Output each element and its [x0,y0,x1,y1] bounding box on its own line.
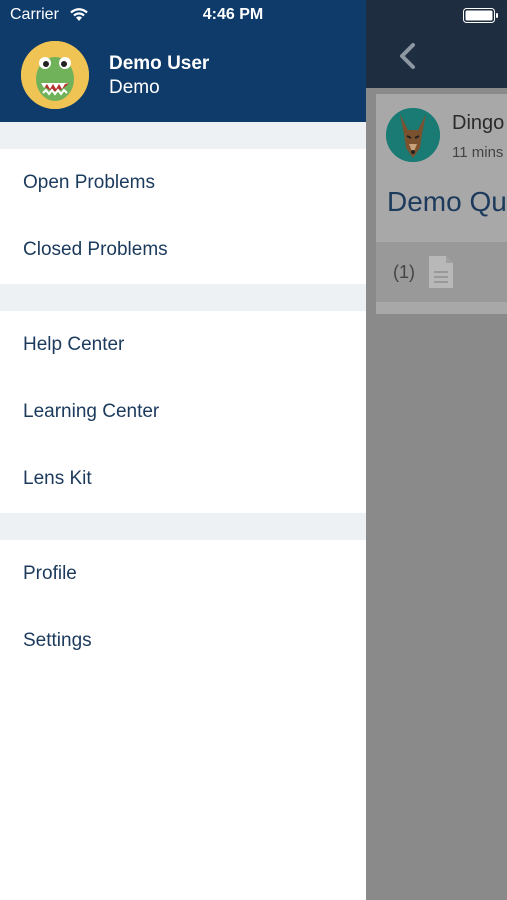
crocodile-icon [21,41,89,109]
menu-item-help-center[interactable]: Help Center [0,311,366,378]
dingo-icon [386,108,440,162]
menu-item-settings[interactable]: Settings [0,607,366,674]
back-chevron-icon[interactable] [398,42,416,70]
card-title: Demo Qu [387,186,507,217]
attachment-count: (1) [393,262,415,282]
user-organization: Demo [109,77,160,98]
document-icon [429,256,453,288]
battery-icon [463,8,498,23]
user-avatar[interactable] [21,41,89,109]
status-bar: Carrier 4:46 PM [0,0,507,30]
main-content-dimmed[interactable]: Dingo 11 mins Demo Qu (1) [366,0,507,900]
card-author: Dingo [452,112,505,134]
menu-item-learning-center[interactable]: Learning Center [0,378,366,445]
section-divider [0,284,366,311]
user-name: Demo User [109,53,210,74]
navigation-drawer: Demo User Demo Open Problems Closed Prob… [0,0,366,900]
card-timestamp: 11 mins [452,144,504,161]
section-divider [0,513,366,540]
clock: 4:46 PM [202,6,264,23]
menu-item-closed-problems[interactable]: Closed Problems [0,216,366,283]
problem-card[interactable]: Dingo 11 mins Demo Qu (1) [376,94,507,314]
menu-item-open-problems[interactable]: Open Problems [0,149,366,216]
attachment-row[interactable]: (1) [376,242,507,302]
menu-item-profile[interactable]: Profile [0,540,366,607]
section-divider [0,122,366,149]
dingo-avatar [386,108,440,162]
menu-item-lens-kit[interactable]: Lens Kit [0,445,366,512]
